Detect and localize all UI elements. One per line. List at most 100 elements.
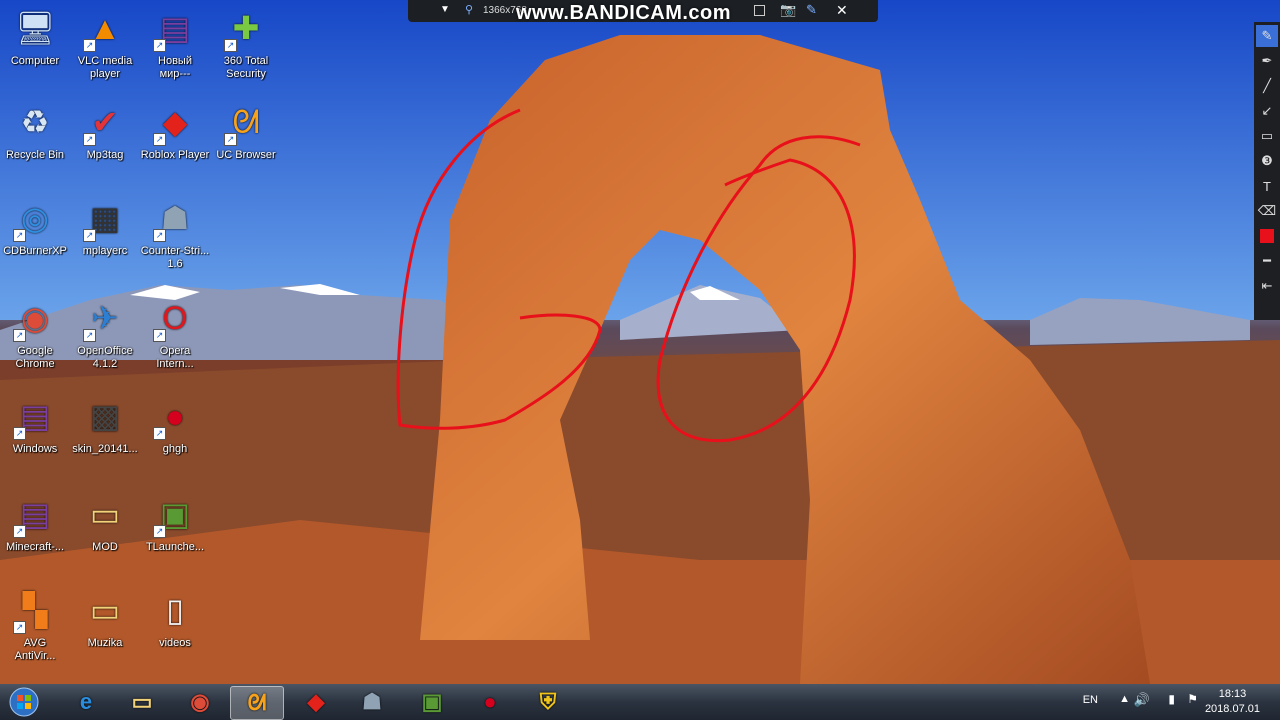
shortcut-arrow-icon: ↗ — [153, 229, 166, 242]
folder-icon: ▭ — [89, 496, 121, 532]
taskbar-button-counter-strike[interactable]: ☗ — [346, 686, 398, 718]
desktop-icon-windows[interactable]: ▤ ↗ Windows — [0, 396, 70, 456]
desktop-icon-новый[interactable]: ▤ ↗ Новый мир--- — [140, 8, 210, 81]
eraser-tool-icon[interactable]: ⌫ — [1256, 200, 1278, 222]
desktop-icon-label: skin_20141... — [72, 443, 138, 455]
pin-icon[interactable]: ⚲ — [465, 3, 473, 16]
recycle-bin-icon: ♻ — [20, 104, 50, 140]
clock-date: 2018.07.01 — [1204, 703, 1260, 715]
desktop-icon-label: ghgh — [162, 443, 188, 455]
desktop-icon-360-total[interactable]: ✚ ↗ 360 Total Security — [211, 8, 281, 81]
rectangle-tool-icon[interactable]: ▭ — [1256, 125, 1278, 147]
clock-time: 18:13 — [1218, 688, 1247, 700]
stop-icon[interactable] — [754, 5, 765, 16]
taskbar-button-explorer-folder[interactable]: ▭ — [116, 686, 168, 718]
desktop-icon-muzika[interactable]: ▭ Muzika — [70, 590, 140, 650]
taskbar-clock[interactable]: 18:13 2018.07.01 — [1205, 687, 1260, 717]
mplayerc-icon: ▦ ↗ — [83, 198, 127, 242]
pen-tool-icon[interactable]: ✎ — [1256, 25, 1278, 47]
desktop-icon-uc-browser[interactable]: ᘛ ↗ UC Browser — [211, 102, 281, 162]
desktop-icon-mplayerc[interactable]: ▦ ↗ mplayerc — [70, 198, 140, 258]
desktop-icon-label: Google Chrome — [15, 345, 55, 370]
highlighter-tool-icon[interactable]: ✒ — [1256, 50, 1278, 72]
desktop-icon-mod[interactable]: ▭ MOD — [70, 494, 140, 554]
roblox-icon: ◆ — [307, 689, 325, 714]
taskbar-button-bandicam[interactable]: ● — [464, 686, 516, 718]
shortcut-arrow-icon: ↗ — [153, 427, 166, 440]
counter-strike-icon: ☗ — [362, 689, 382, 714]
folder-icon: ▭ — [89, 592, 121, 628]
shortcut-arrow-icon: ↗ — [83, 39, 96, 52]
desktop-icon-vlc-media[interactable]: ▲ ↗ VLC media player — [70, 8, 140, 81]
numbering-tool-icon[interactable]: ❸ — [1256, 150, 1278, 172]
taskbar-button-chrome[interactable]: ◉ — [174, 686, 226, 718]
arrow-tool-icon[interactable]: ↙ — [1256, 100, 1278, 122]
text-tool-icon[interactable]: T — [1256, 175, 1278, 197]
taskbar-button-minecraft[interactable]: ▣ — [406, 686, 458, 718]
desktop-icon-google[interactable]: ◉ ↗ Google Chrome — [0, 298, 70, 371]
shortcut-arrow-icon: ↗ — [153, 39, 166, 52]
desktop-icon-opera[interactable]: O ↗ Opera Intern... — [140, 298, 210, 371]
taskbar: e ▭ ◉ ᘛ ◆ ☗ ▣ ● ⛨ EN ▲ 🔊 ▮ ⚑ 18:13 2018.07.01 — [0, 684, 1280, 720]
start-button[interactable] — [2, 686, 46, 718]
openoffice-icon: ✈ ↗ — [83, 298, 127, 342]
desktop-icon-openoffice[interactable]: ✈ ↗ OpenOffice 4.1.2 — [70, 298, 140, 371]
desktop-icon-skin-20141[interactable]: ▩ skin_20141... — [70, 396, 140, 456]
desktop-icon-minecraft[interactable]: ▤ ↗ Minecraft-... — [0, 494, 70, 554]
winrar-icon: ▤ ↗ — [13, 494, 57, 538]
shortcut-arrow-icon: ↗ — [13, 229, 26, 242]
close-icon[interactable]: ✕ — [836, 2, 848, 19]
desktop-icon-avg[interactable]: ▚ ↗ AVG AntiVir... — [0, 590, 70, 663]
shortcut-arrow-icon: ↗ — [224, 133, 237, 146]
color-swatch-icon[interactable] — [1256, 225, 1278, 247]
desktop-icon-roblox-player[interactable]: ◆ ↗ Roblox Player — [140, 102, 210, 162]
shortcut-arrow-icon: ↗ — [13, 621, 26, 634]
chevron-down-icon[interactable]: ▼ — [440, 4, 450, 15]
desktop-icon-cdburnerxp[interactable]: ◎ ↗ CDBurnerXP — [0, 198, 70, 258]
taskbar-button-uc-browser[interactable]: ᘛ — [230, 686, 284, 720]
desktop-icon-computer[interactable]: 🖥 Computer — [0, 8, 70, 68]
line-tool-icon[interactable]: ╱ — [1256, 75, 1278, 97]
uc-browser-icon: ᘛ ↗ — [224, 102, 268, 146]
shortcut-arrow-icon: ↗ — [83, 229, 96, 242]
desktop-icon-label: Новый мир--- — [158, 55, 192, 80]
desktop-icon-label: Mp3tag — [86, 149, 124, 161]
opera-icon: O ↗ — [153, 298, 197, 342]
desktop-icon-label: Opera Intern... — [156, 345, 194, 370]
volume-icon[interactable]: 🔊 — [1134, 692, 1150, 708]
taskbar-button-security-shield[interactable]: ⛨ — [522, 686, 574, 718]
desktop-icon-mp3tag[interactable]: ✔ ↗ Mp3tag — [70, 102, 140, 162]
desktop-icon-label: Counter-Stri... 1.6 — [140, 245, 210, 270]
winrar-icon: ▤ ↗ — [153, 8, 197, 52]
language-indicator[interactable]: EN — [1083, 694, 1098, 706]
taskbar-button-roblox[interactable]: ◆ — [290, 686, 342, 718]
desktop-icon-label: videos — [159, 637, 191, 649]
counter-strike-icon: ☗ ↗ — [153, 198, 197, 242]
collapse-toolbar-icon[interactable]: ⇤ — [1256, 275, 1278, 297]
line-width-icon[interactable]: ━ — [1256, 250, 1278, 272]
drawing-toolbar: ✎ ✒ ╱ ↙ ▭ ❸ T ⌫ ━ ⇤ — [1254, 22, 1280, 320]
shortcut-arrow-icon: ↗ — [13, 329, 26, 342]
network-icon[interactable]: ▮ — [1168, 692, 1175, 706]
minecraft-icon: ▣ — [421, 689, 443, 714]
desktop-icon-ghgh[interactable]: ● ↗ ghgh — [140, 396, 210, 456]
action-center-flag-icon[interactable]: ⚑ — [1187, 692, 1198, 706]
winrar-icon: ▤ ↗ — [13, 396, 57, 440]
bandicam-icon: ● — [483, 689, 497, 714]
desktop-icon-counter-stri[interactable]: ☗ ↗ Counter-Stri... 1.6 — [140, 198, 210, 271]
desktop-icon-tlaunche[interactable]: ▣ ↗ TLaunche... — [140, 494, 210, 554]
chrome-icon: ◉ ↗ — [13, 298, 57, 342]
uc-browser-icon: ᘛ — [247, 690, 267, 715]
desktop-icon-recycle-bin[interactable]: ♻ Recycle Bin — [0, 102, 70, 162]
minecraft-icon: ▣ ↗ — [153, 494, 197, 538]
chrome-icon: ◉ — [190, 689, 210, 714]
desktop-icon-label: UC Browser — [216, 149, 276, 161]
desktop-icon-videos[interactable]: ▯ videos — [140, 590, 210, 650]
shortcut-arrow-icon: ↗ — [153, 133, 166, 146]
pencil-icon[interactable]: ✎ — [806, 2, 817, 18]
show-hidden-icons-icon[interactable]: ▲ — [1119, 693, 1130, 705]
camera-icon[interactable]: 📷 — [780, 2, 796, 18]
desktop[interactable]: ▼ ⚲ 1366x768 📷 ✎ ✕ www.BANDICAM.com ✎ ✒ … — [0, 0, 1280, 684]
desktop-icon-label: mplayerc — [82, 245, 128, 257]
taskbar-button-internet-explorer[interactable]: e — [60, 686, 112, 718]
